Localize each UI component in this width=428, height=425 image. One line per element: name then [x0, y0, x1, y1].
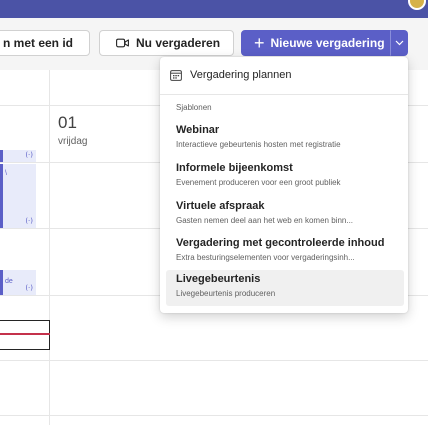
template-title: Webinar: [176, 124, 220, 136]
menu-item-template-controlled-content[interactable]: Vergadering met gecontroleerde inhoud Ex…: [166, 234, 404, 270]
meet-now-label: Nu vergaderen: [136, 36, 221, 50]
join-with-id-label: n met een id: [3, 36, 74, 50]
join-with-id-button[interactable]: n met een id: [0, 30, 90, 56]
current-time-indicator: [0, 333, 50, 335]
menu-item-label: Vergadering plannen: [190, 69, 292, 81]
menu-divider: [160, 94, 408, 95]
calendar-event[interactable]: \ (·): [0, 164, 36, 228]
new-meeting-dropdown-menu: Vergadering plannen Sjablonen Webinar In…: [160, 57, 408, 313]
live-event-icon: (·): [25, 284, 33, 292]
plus-icon: +: [254, 33, 265, 53]
template-description: Gasten nemen deel aan het web en komen b…: [176, 216, 354, 225]
menu-item-template-informal[interactable]: Informele bijeenkomst Evenement producer…: [166, 159, 404, 195]
live-event-icon: (·): [25, 217, 33, 225]
grid-line: [0, 415, 428, 416]
template-description: Extra besturingselementen voor vergaderi…: [176, 253, 355, 262]
selected-time-slot[interactable]: [0, 320, 50, 350]
calendar-event[interactable]: (·): [0, 150, 36, 162]
template-description: Interactieve gebeurtenis hosten met regi…: [176, 140, 341, 149]
grid-line: [0, 360, 428, 361]
menu-item-template-webinar[interactable]: Webinar Interactieve gebeurtenis hosten …: [166, 121, 404, 157]
menu-item-template-virtual-appointment[interactable]: Virtuele afspraak Gasten nemen deel aan …: [166, 197, 404, 233]
new-meeting-dropdown-button[interactable]: [390, 30, 408, 56]
meet-now-button[interactable]: Nu vergaderen: [99, 30, 234, 56]
calendar-event[interactable]: de (·): [0, 270, 36, 295]
chevron-down-icon: [395, 40, 403, 46]
event-title-truncated: de: [5, 278, 13, 285]
template-title: Informele bijeenkomst: [176, 162, 293, 174]
avatar[interactable]: [408, 0, 426, 10]
menu-item-schedule-meeting[interactable]: Vergadering plannen: [160, 61, 408, 89]
new-meeting-label: Nieuwe vergadering: [270, 36, 385, 50]
video-camera-icon: [116, 38, 129, 48]
day-name: vrijdag: [58, 136, 88, 147]
new-meeting-button[interactable]: + Nieuwe vergadering: [241, 30, 390, 56]
day-column-divider: [49, 70, 50, 425]
menu-item-template-live-event[interactable]: Livegebeurtenis Livegebeurtenis producer…: [166, 270, 404, 306]
template-title: Virtuele afspraak: [176, 200, 265, 212]
template-description: Livegebeurtenis produceren: [176, 289, 276, 298]
calendar-icon: [170, 69, 182, 81]
template-description: Evenement produceren voor een groot publ…: [176, 178, 341, 187]
event-title-truncated: \: [5, 170, 7, 177]
template-title: Vergadering met gecontroleerde inhoud: [176, 237, 385, 249]
menu-section-header: Sjablonen: [176, 103, 212, 112]
live-event-icon: (·): [25, 151, 33, 159]
template-title: Livegebeurtenis: [176, 273, 261, 285]
day-number: 01: [58, 113, 77, 132]
app-top-bar: [0, 0, 428, 18]
